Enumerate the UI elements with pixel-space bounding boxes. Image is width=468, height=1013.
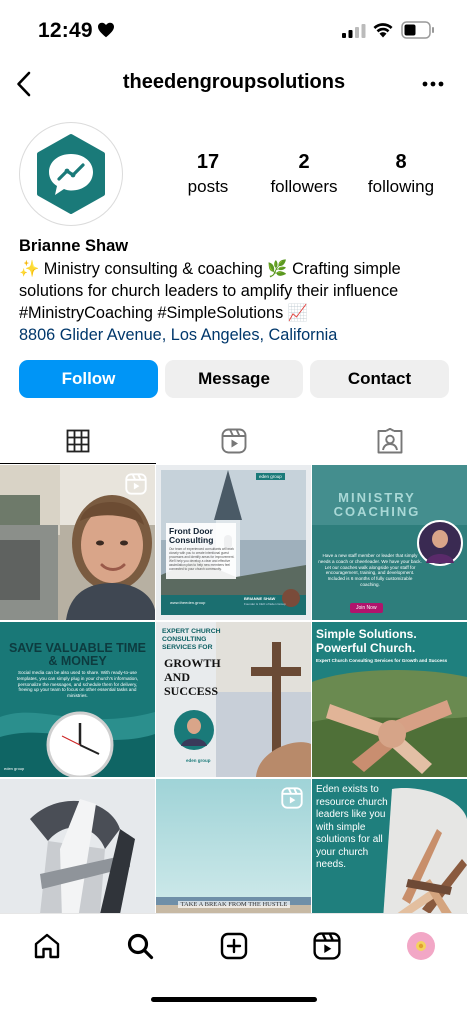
create-icon [220,932,248,960]
eden-logo-icon [37,134,105,214]
post-thumbnail[interactable] [0,465,155,620]
bio-line: ✨ Ministry consulting & coaching 🌿 Craft… [19,260,401,278]
following-count: 8 [395,151,407,173]
post-subtitle: Expert Church Consulting Services for Gr… [316,658,448,663]
following-label: following [367,177,435,196]
message-button[interactable]: Message [165,360,303,398]
post-title: SAVE VALUABLE TIME & MONEY [8,641,147,668]
tabbar-search[interactable] [122,928,158,964]
profile-username: theedengroupsolutions [122,71,346,93]
profile-location-link[interactable]: 8806 Glider Avenue, Los Angeles, Califor… [19,324,459,346]
post-person: BRIANNE SHAW [244,596,276,601]
contact-button[interactable]: Contact [310,360,449,398]
followers-label: followers [270,177,338,196]
post-highlight: GROWTH AND SUCCESS [164,656,221,698]
more-options-button[interactable] [418,70,448,98]
bio-line: solutions for church leaders to amplify … [19,282,399,300]
tabbar-profile[interactable] [403,928,439,964]
bio-hashtags[interactable]: #MinistryCoaching #SimpleSolutions 📈 [19,302,459,324]
tab-tagged[interactable] [312,418,468,464]
post-thumbnail[interactable]: EXPERT CHURCH CONSULTING SERVICES FOR GR… [156,622,311,777]
post-title: MINISTRY COACHING [333,490,421,519]
status-bar: 12:49 [0,0,468,60]
post-brand: eden group [186,758,211,763]
profile-avatar-icon [407,932,435,960]
home-indicator [151,997,317,1002]
post-cta: Join Now [350,603,383,613]
post-title: Simple Solutions. Powerful Church. [316,627,417,655]
post-thumbnail[interactable]: MINISTRY COACHING Have a new staff membe… [312,465,467,620]
post-thumbnail[interactable]: Eden exists to resource church leaders l… [312,779,467,913]
posts-grid: Front Door Consulting Our team of experi… [0,465,468,913]
tab-reels[interactable] [156,418,312,464]
signal-icon [342,24,366,38]
more-icon [422,81,444,87]
post-caption: TAKE A BREAK FROM THE HUSTLE [178,901,290,908]
abstract-architecture-image [0,779,155,913]
stat-followers[interactable]: 2 followers [254,150,354,198]
post-person-role: Founder & CEO of Eden Group [244,602,286,606]
ministry-coaching-graphic [312,465,467,620]
posts-count: 17 [196,151,220,173]
search-icon [127,933,154,960]
reel-badge-icon [125,473,147,495]
profile-avatar[interactable] [19,122,123,226]
profile-name: Brianne Shaw [19,237,129,255]
follow-button[interactable]: Follow [19,360,158,398]
tabbar-reels[interactable] [309,928,345,964]
reel-badge-icon [281,787,303,809]
heart-icon [98,22,114,38]
post-title: Front Door Consulting [169,526,214,545]
active-tab-indicator [0,462,156,464]
tagged-icon [377,428,403,454]
profile-bio: Brianne Shaw ✨ Ministry consulting & coa… [19,235,459,346]
status-time: 12:49 [38,19,93,42]
battery-icon [401,21,434,39]
stat-posts[interactable]: 17 posts [158,150,258,198]
reels-icon [313,932,341,960]
post-text: Eden exists to resource church leaders l… [316,784,388,870]
tabbar-create[interactable] [216,928,252,964]
post-title: EXPERT CHURCH CONSULTING SERVICES FOR [162,628,221,651]
content-tabs [0,418,468,464]
post-footer: www.theeden.group [170,600,206,605]
post-body: Have a new staff member or leader that s… [318,553,422,587]
post-thumbnail[interactable]: TAKE A BREAK FROM THE HUSTLE [156,779,311,913]
followers-count: 2 [298,151,310,173]
post-thumbnail[interactable] [0,779,155,913]
stat-following[interactable]: 8 following [351,150,451,198]
post-body: Social media can be also used to share. … [16,670,139,699]
reels-icon [221,428,247,454]
grid-icon [66,429,90,453]
tabbar-home[interactable] [29,928,65,964]
post-thumbnail[interactable]: SAVE VALUABLE TIME & MONEY Social media … [0,622,155,777]
post-brand: eden group [256,473,285,480]
posts-label: posts [187,177,229,196]
post-body: Our team of experienced consultants will… [169,547,235,571]
tab-posts-grid[interactable] [0,418,156,464]
home-icon [34,933,60,959]
post-brand: eden group [4,766,25,771]
top-navigation: theedengroupsolutions [0,62,468,106]
post-thumbnail[interactable]: Front Door Consulting Our team of experi… [156,465,311,620]
wifi-icon [373,23,393,38]
post-thumbnail[interactable]: Simple Solutions. Powerful Church. Exper… [312,622,467,777]
